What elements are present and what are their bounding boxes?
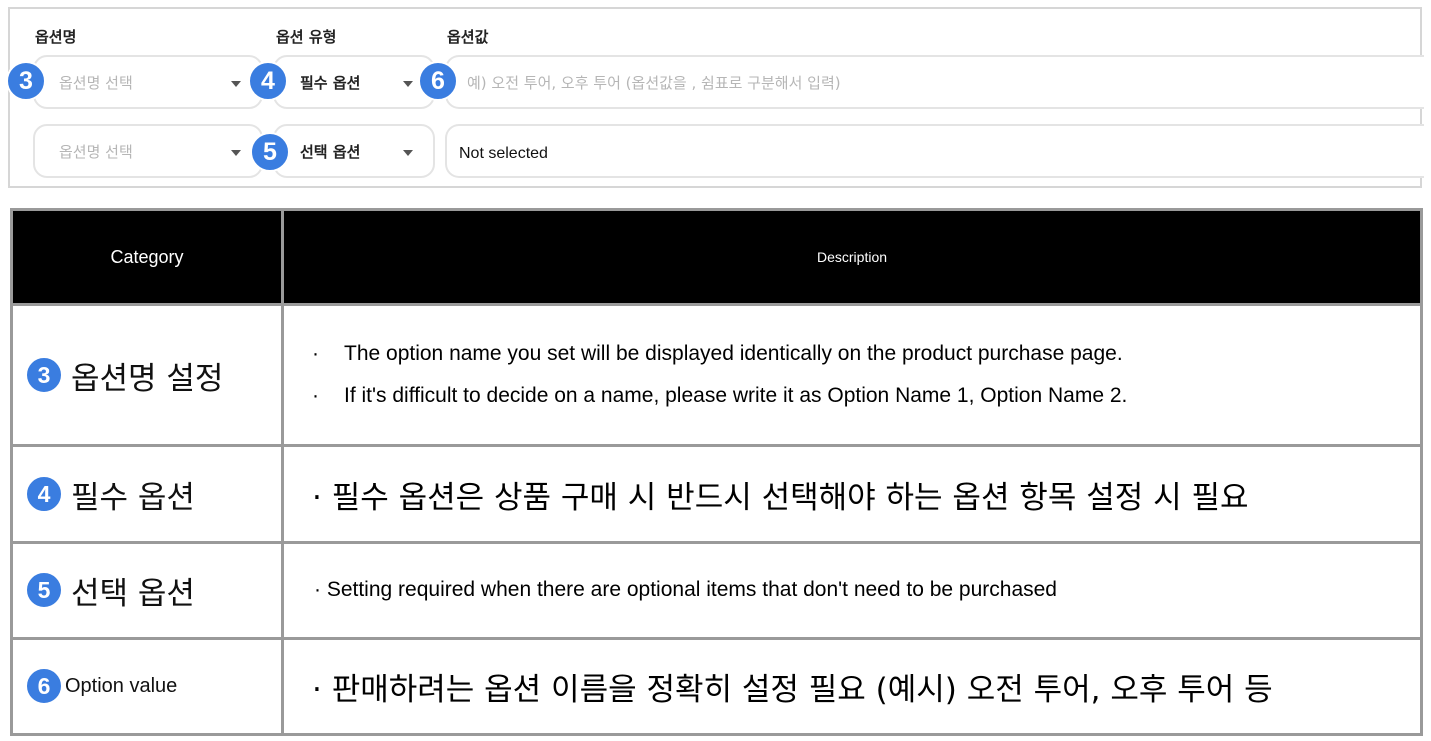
header-option-name: 옵션명 bbox=[35, 28, 77, 46]
badge-5: 5 bbox=[25, 571, 63, 610]
description-line: · 판매하려는 옵션 이름을 정확히 설정 필요 (예시) 오전 투어, 오후 … bbox=[312, 671, 1273, 708]
badge-4: 4 bbox=[248, 61, 288, 101]
bullet: · bbox=[312, 342, 319, 366]
option-value-input-2[interactable]: Not selected bbox=[445, 124, 1424, 178]
category-label: 선택 옵션 bbox=[71, 575, 195, 612]
description-cell: · 판매하려는 옵션 이름을 정확히 설정 필요 (예시) 오전 투어, 오후 … bbox=[281, 636, 1423, 737]
option-name-select-2-text: 옵션명 선택 bbox=[59, 142, 133, 161]
option-description-table: Category Description 3 옵션명 설정 · The optio… bbox=[10, 207, 1423, 737]
chevron-down-icon bbox=[403, 150, 413, 156]
badge-6: 6 bbox=[418, 61, 458, 101]
chevron-down-icon bbox=[231, 150, 241, 156]
table-row: 5 선택 옵션 · Setting required when there ar… bbox=[10, 540, 1423, 640]
description-line: · Setting required when there are option… bbox=[314, 578, 1057, 602]
description-line: · 필수 옵션은 상품 구매 시 반드시 선택해야 하는 옵션 항목 설정 시 … bbox=[312, 479, 1249, 516]
table-row: 4 필수 옵션 · 필수 옵션은 상품 구매 시 반드시 선택해야 하는 옵션 … bbox=[10, 444, 1423, 544]
description-cell: · The option name you set will be display… bbox=[281, 303, 1423, 448]
option-value-input-2-text: Not selected bbox=[459, 145, 548, 162]
badge-6: 6 bbox=[25, 667, 63, 706]
option-value-input-1[interactable]: 예) 오전 투어, 오후 투어 (옵션값을 , 쉼표로 구분해서 입력) bbox=[445, 55, 1424, 109]
category-cell: 5 선택 옵션 bbox=[10, 540, 284, 640]
bullet: · bbox=[312, 384, 319, 408]
option-name-select-2[interactable]: 옵션명 선택 bbox=[33, 124, 263, 178]
badge-4: 4 bbox=[25, 475, 63, 514]
table-header-row: Category Description bbox=[10, 207, 1423, 307]
badge-3: 3 bbox=[25, 356, 63, 395]
category-label: 옵션명 설정 bbox=[71, 360, 224, 397]
category-cell: 4 필수 옵션 bbox=[10, 444, 284, 544]
chevron-down-icon bbox=[403, 81, 413, 87]
option-form-panel: 옵션명 옵션 유형 옵션값 옵션명 선택 필수 옵션 예) 오전 투어, 오후 … bbox=[6, 7, 1424, 188]
category-label: 필수 옵션 bbox=[71, 479, 195, 516]
header-option-type: 옵션 유형 bbox=[276, 28, 337, 46]
option-value-input-1-text: 예) 오전 투어, 오후 투어 (옵션값을 , 쉼표로 구분해서 입력) bbox=[467, 73, 841, 92]
table-row: 3 옵션명 설정 · The option name you set will b… bbox=[10, 303, 1423, 448]
header-option-value: 옵션값 bbox=[447, 28, 489, 46]
description-line: · If it's difficult to decide on a name, … bbox=[312, 384, 1128, 408]
description-line: · The option name you set will be display… bbox=[312, 342, 1123, 366]
description-cell: · Setting required when there are option… bbox=[281, 540, 1423, 640]
badge-3: 3 bbox=[6, 61, 46, 101]
option-name-select-1[interactable]: 옵션명 선택 bbox=[33, 55, 263, 109]
category-header: Category bbox=[10, 207, 284, 307]
option-type-select-2[interactable]: 선택 옵션 bbox=[273, 124, 435, 178]
category-cell: 6 Option value bbox=[10, 636, 284, 737]
category-cell: 3 옵션명 설정 bbox=[10, 303, 284, 448]
option-type-select-1[interactable]: 필수 옵션 bbox=[273, 55, 435, 109]
table-row: 6 Option value · 판매하려는 옵션 이름을 정확히 설정 필요 … bbox=[10, 636, 1423, 737]
badge-5: 5 bbox=[250, 132, 290, 172]
category-label: Option value bbox=[65, 674, 178, 697]
description-header: Description bbox=[281, 207, 1423, 307]
chevron-down-icon bbox=[231, 81, 241, 87]
option-name-select-1-text: 옵션명 선택 bbox=[59, 73, 133, 92]
description-cell: · 필수 옵션은 상품 구매 시 반드시 선택해야 하는 옵션 항목 설정 시 … bbox=[281, 444, 1423, 544]
